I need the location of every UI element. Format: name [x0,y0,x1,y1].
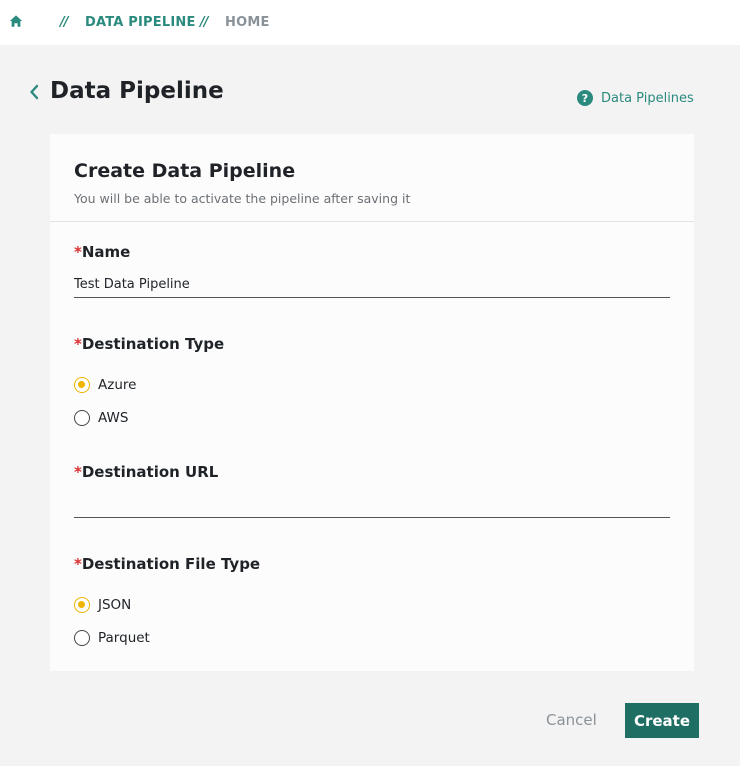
radio-button[interactable] [74,410,90,426]
required-marker: * [74,243,82,261]
radio-button[interactable] [74,630,90,646]
breadcrumb-bar: // DATA PIPELINE // HOME [0,0,740,45]
help-link-data-pipelines[interactable]: ? Data Pipelines [577,90,694,106]
breadcrumb-separator: // [60,15,68,30]
breadcrumb-data-pipeline[interactable]: DATA PIPELINE [85,15,196,30]
create-pipeline-card: Create Data Pipeline You will be able to… [50,134,694,671]
radio-label: Azure [98,377,137,393]
destination-url-label: *Destination URL [74,463,219,481]
radio-label: Parquet [98,630,150,646]
required-marker: * [74,463,82,481]
radio-option-aws[interactable]: AWS [74,410,128,426]
destination-url-input[interactable] [74,492,670,518]
destination-type-label: *Destination Type [74,335,225,353]
radio-label: JSON [98,597,132,613]
radio-button-selected[interactable] [74,377,90,393]
destination-file-type-label: *Destination File Type [74,555,261,573]
required-marker: * [74,335,82,353]
breadcrumb-home[interactable]: HOME [225,15,270,30]
radio-option-azure[interactable]: Azure [74,377,136,393]
radio-option-parquet[interactable]: Parquet [74,630,150,646]
name-input[interactable] [74,272,670,298]
card-header: Create Data Pipeline You will be able to… [50,134,694,222]
create-button[interactable]: Create [625,703,699,738]
breadcrumb-separator: // [200,15,208,30]
chevron-left-icon[interactable] [28,83,40,101]
name-label: *Name [74,243,131,261]
help-icon: ? [577,90,593,106]
card-subtitle: You will be able to activate the pipelin… [74,191,411,206]
radio-label: AWS [98,410,129,426]
page-title: Data Pipeline [50,78,224,104]
radio-button-selected[interactable] [74,597,90,613]
help-label: Data Pipelines [601,90,694,106]
card-title: Create Data Pipeline [74,160,296,182]
cancel-button[interactable]: Cancel [546,711,597,729]
required-marker: * [74,555,82,573]
home-icon[interactable] [9,14,23,28]
radio-option-json[interactable]: JSON [74,597,131,613]
